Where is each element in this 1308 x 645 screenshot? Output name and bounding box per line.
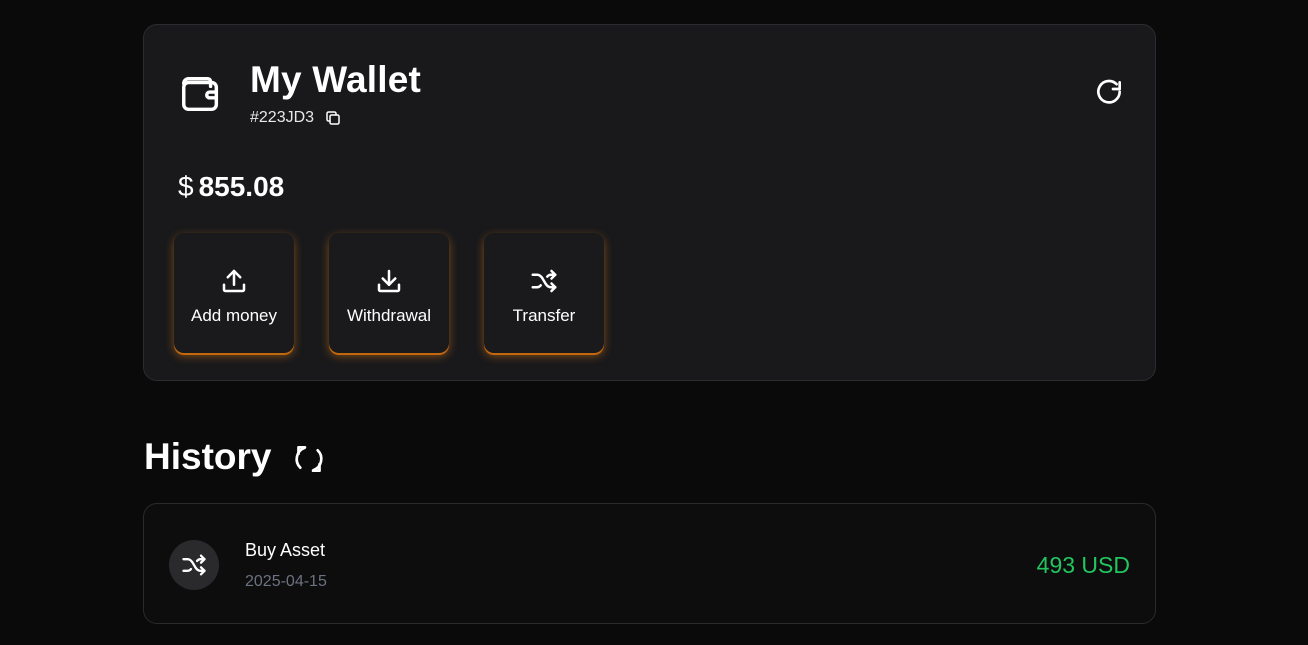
wallet-actions: Add money Withdrawal Transfer	[174, 233, 604, 353]
history-title: History	[144, 436, 272, 477]
balance-amount: 855.08	[198, 171, 285, 202]
shuffle-icon	[182, 554, 206, 576]
refresh-icon[interactable]	[1093, 77, 1125, 109]
history-item-date: 2025-04-15	[245, 573, 327, 590]
history-item-name: Buy Asset	[245, 540, 326, 560]
add-money-button[interactable]: Add money	[174, 233, 294, 353]
add-money-label: Add money	[191, 306, 277, 325]
withdrawal-button[interactable]: Withdrawal	[329, 233, 449, 353]
sync-icon[interactable]	[291, 441, 327, 477]
transfer-button[interactable]: Transfer	[484, 233, 604, 353]
currency-symbol: $	[178, 171, 194, 202]
upload-icon	[222, 269, 246, 293]
history-item-amount: 493 USD	[1036, 552, 1130, 578]
copy-icon[interactable]	[324, 109, 342, 127]
download-icon	[377, 269, 401, 293]
wallet-card: My Wallet #223JD3 $ 855.08 Add money Wit…	[143, 24, 1156, 381]
wallet-id-row: #223JD3	[250, 109, 342, 127]
withdrawal-label: Withdrawal	[346, 306, 432, 325]
wallet-icon	[182, 76, 219, 112]
history-heading: History	[144, 436, 327, 478]
shuffle-icon	[531, 269, 557, 293]
wallet-title: My Wallet	[250, 59, 422, 100]
wallet-id: #223JD3	[250, 109, 315, 126]
history-item-avatar	[169, 540, 219, 590]
wallet-balance: $ 855.08	[178, 171, 284, 203]
history-item[interactable]: Buy Asset 2025-04-15 493 USD	[143, 503, 1156, 624]
transfer-label: Transfer	[512, 306, 576, 325]
